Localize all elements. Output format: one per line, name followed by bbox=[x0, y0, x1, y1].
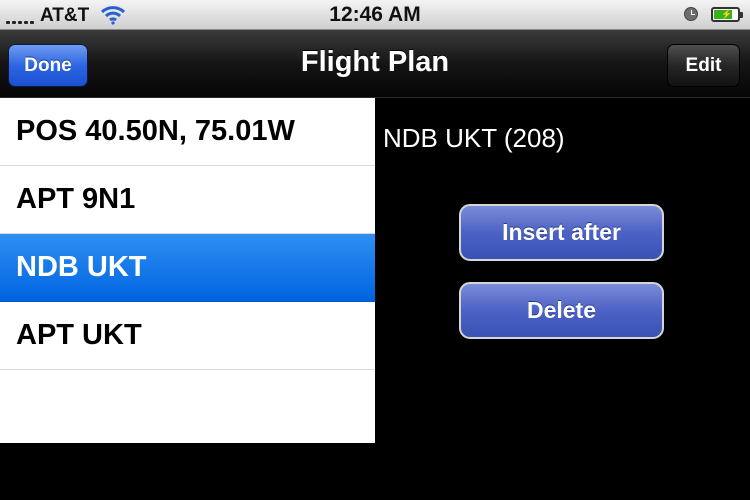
waypoint-row[interactable]: POS 40.50N, 75.01W bbox=[0, 98, 375, 166]
delete-button[interactable]: Delete bbox=[459, 282, 664, 339]
waypoint-detail-panel: NDB UKT (208) Insert after Delete bbox=[375, 98, 750, 443]
page-title: Flight Plan bbox=[300, 46, 450, 78]
empty-row bbox=[0, 370, 375, 438]
carrier-name: AT&T bbox=[40, 5, 90, 26]
navigation-bar: Done Flight Plan Edit bbox=[0, 30, 750, 98]
alarm-clock-icon bbox=[684, 7, 698, 21]
edit-button[interactable]: Edit bbox=[667, 44, 740, 87]
waypoint-list: POS 40.50N, 75.01W APT 9N1 NDB UKT APT U… bbox=[0, 98, 375, 443]
battery-charging-icon: ⚡ bbox=[711, 7, 743, 22]
waypoint-row[interactable]: APT 9N1 bbox=[0, 166, 375, 234]
insert-after-button[interactable]: Insert after bbox=[459, 204, 664, 261]
waypoint-detail-title: NDB UKT (208) bbox=[383, 123, 565, 153]
done-button[interactable]: Done bbox=[8, 44, 88, 87]
status-bar: AT&T 12:46 AM ⚡ bbox=[0, 0, 750, 30]
waypoint-row[interactable]: APT UKT bbox=[0, 302, 375, 370]
wifi-icon bbox=[100, 6, 126, 25]
waypoint-row-selected[interactable]: NDB UKT bbox=[0, 234, 375, 302]
